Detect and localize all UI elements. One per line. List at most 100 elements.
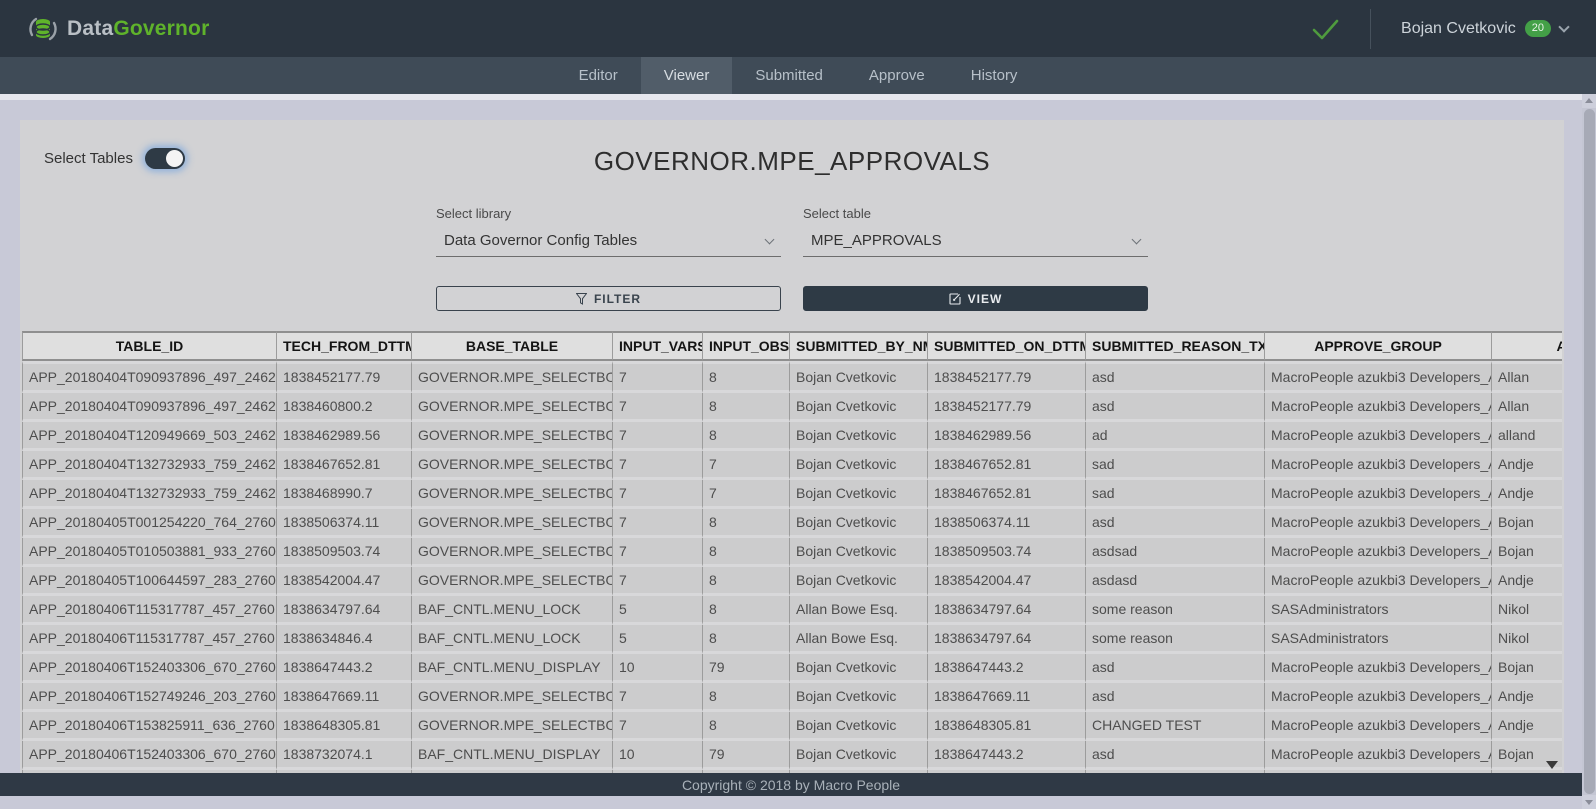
column-header-a[interactable]: A <box>1492 331 1562 361</box>
table-cell: Andje <box>1492 451 1562 480</box>
user-menu[interactable]: Bojan Cvetkovic 20 <box>1401 20 1568 38</box>
table-cell: 1838542004.47 <box>277 567 412 596</box>
column-header-table_id[interactable]: TABLE_ID <box>22 331 277 361</box>
table-row[interactable]: APP_20180406T115317787_457_2760183863479… <box>22 596 1562 625</box>
table-cell: 1838462989.56 <box>928 422 1086 451</box>
table-row[interactable]: APP_20180405T010503881_933_2760183850950… <box>22 538 1562 567</box>
table-row[interactable]: APP_20180404T132732933_759_2462183846765… <box>22 451 1562 480</box>
table-row[interactable]: APP_20180404T090937896_497_2462183846080… <box>22 393 1562 422</box>
table-cell: 1838634797.64 <box>928 625 1086 654</box>
page-scrollbar[interactable] <box>1582 94 1596 809</box>
table-cell: GOVERNOR.MPE_SELECTBOX <box>412 683 613 712</box>
filter-icon <box>576 293 587 305</box>
table-row[interactable]: APP_20180406T115317787_457_2760183863484… <box>22 625 1562 654</box>
table-cell: 1838647443.2 <box>928 654 1086 683</box>
table-row[interactable]: APP_20180405T001254220_764_2760183850637… <box>22 509 1562 538</box>
view-icon <box>949 293 961 305</box>
table-cell: some reason <box>1086 596 1265 625</box>
table-cell: 7 <box>613 538 703 567</box>
app-logo[interactable]: DataGovernor <box>28 14 209 44</box>
table-cell: BAF_CNTL.MENU_LOCK <box>412 596 613 625</box>
viewer-card: Select Tables GOVERNOR.MPE_APPROVALS Sel… <box>20 120 1564 795</box>
footer-bar: Copyright © 2018 by Macro People <box>0 773 1582 796</box>
scroll-down-icon[interactable] <box>1582 795 1596 809</box>
table-cell: 1838462989.56 <box>277 422 412 451</box>
table-cell: APP_20180404T132732933_759_2462 <box>22 451 277 480</box>
grid-scroll-down-icon[interactable] <box>1546 761 1558 769</box>
table-cell: SASAdministrators <box>1265 625 1492 654</box>
table-cell: 1838509503.74 <box>277 538 412 567</box>
table-cell: APP_20180405T001254220_764_2760 <box>22 509 277 538</box>
tab-approve[interactable]: Approve <box>846 57 948 94</box>
column-header-submitted_by_nm[interactable]: SUBMITTED_BY_NM <box>790 331 928 361</box>
table-cell: 5 <box>613 625 703 654</box>
table-cell: APP_20180406T152403306_670_2760 <box>22 741 277 770</box>
table-cell: GOVERNOR.MPE_SELECTBOX <box>412 422 613 451</box>
table-cell: 7 <box>613 361 703 393</box>
table-select-label: Select table <box>803 206 1148 221</box>
table-cell: MacroPeople azukbi3 Developers_A <box>1265 480 1492 509</box>
view-button[interactable]: VIEW <box>803 286 1148 311</box>
filter-button[interactable]: FILTER <box>436 286 781 311</box>
table-cell: Bojan Cvetkovic <box>790 422 928 451</box>
table-cell: APP_20180404T120949669_503_2462 <box>22 422 277 451</box>
table-cell: 1838467652.81 <box>277 451 412 480</box>
table-cell: 8 <box>703 712 790 741</box>
app-title: DataGovernor <box>67 17 209 41</box>
table-row[interactable]: APP_20180404T120949669_503_2462183846298… <box>22 422 1562 451</box>
table-cell: 1838467652.81 <box>928 480 1086 509</box>
table-cell: 1838647669.11 <box>277 683 412 712</box>
table-cell: Bojan Cvetkovic <box>790 361 928 393</box>
table-cell: 79 <box>703 741 790 770</box>
table-row[interactable]: APP_20180404T090937896_497_2462183845217… <box>22 361 1562 393</box>
table-cell: Bojan <box>1492 654 1562 683</box>
table-cell: GOVERNOR.MPE_SELECTBOX <box>412 567 613 596</box>
table-cell: 1838509503.74 <box>928 538 1086 567</box>
table-row[interactable]: APP_20180404T132732933_759_2462183846899… <box>22 480 1562 509</box>
table-cell: 7 <box>613 712 703 741</box>
table-cell: MacroPeople azukbi3 Developers_A <box>1265 654 1492 683</box>
scroll-up-icon[interactable] <box>1582 94 1596 108</box>
table-cell: Bojan <box>1492 538 1562 567</box>
table-row[interactable]: APP_20180406T152749246_203_2760183864766… <box>22 683 1562 712</box>
tab-editor[interactable]: Editor <box>556 57 641 94</box>
filter-button-label: FILTER <box>594 292 641 306</box>
table-cell: GOVERNOR.MPE_SELECTBOX <box>412 451 613 480</box>
table-cell: asd <box>1086 654 1265 683</box>
table-cell: APP_20180406T153825911_636_2760 <box>22 712 277 741</box>
table-cell: Andje <box>1492 567 1562 596</box>
table-cell: 1838468990.7 <box>277 480 412 509</box>
table-row[interactable]: APP_20180406T153825911_636_2760183864830… <box>22 712 1562 741</box>
column-header-input_vars[interactable]: INPUT_VARS <box>613 331 703 361</box>
column-header-submitted_reason_txt[interactable]: SUBMITTED_REASON_TXT <box>1086 331 1265 361</box>
tab-viewer[interactable]: Viewer <box>641 57 733 94</box>
table-row[interactable]: APP_20180405T100644597_283_2760183854200… <box>22 567 1562 596</box>
scrollbar-thumb[interactable] <box>1584 109 1595 794</box>
table-cell: MacroPeople azukbi3 Developers_A <box>1265 361 1492 393</box>
table-row[interactable]: APP_20180406T152403306_670_2760183873207… <box>22 741 1562 770</box>
table-cell: SASAdministrators <box>1265 596 1492 625</box>
column-header-submitted_on_dttm[interactable]: SUBMITTED_ON_DTTM <box>928 331 1086 361</box>
table-cell: asd <box>1086 393 1265 422</box>
library-select[interactable]: Data Governor Config Tables <box>436 230 781 257</box>
table-cell: 7 <box>703 451 790 480</box>
table-row[interactable]: APP_20180406T152403306_670_2760 183864744… <box>22 654 1562 683</box>
table-cell: 1838647669.11 <box>928 683 1086 712</box>
table-cell: APP_20180406T152403306_670_2760 <box>22 654 277 683</box>
column-header-base_table[interactable]: BASE_TABLE <box>412 331 613 361</box>
table-cell: GOVERNOR.MPE_SELECTBOX <box>412 538 613 567</box>
table-cell: MacroPeople azukbi3 Developers_A <box>1265 422 1492 451</box>
table-cell: MacroPeople azukbi3 Developers_A <box>1265 712 1492 741</box>
table-cell: 8 <box>703 361 790 393</box>
table-cell: 7 <box>613 422 703 451</box>
tab-submitted[interactable]: Submitted <box>732 57 846 94</box>
column-header-input_obs[interactable]: INPUT_OBS <box>703 331 790 361</box>
table-cell: Nikol <box>1492 596 1562 625</box>
table-select[interactable]: MPE_APPROVALS <box>803 230 1148 257</box>
column-header-approve_group[interactable]: APPROVE_GROUP <box>1265 331 1492 361</box>
table-cell: 1838467652.81 <box>928 451 1086 480</box>
table-cell: asdsad <box>1086 538 1265 567</box>
column-header-tech_from_dttm[interactable]: TECH_FROM_DTTM <box>277 331 412 361</box>
table-cell: GOVERNOR.MPE_SELECTBOX <box>412 712 613 741</box>
tab-history[interactable]: History <box>948 57 1041 94</box>
